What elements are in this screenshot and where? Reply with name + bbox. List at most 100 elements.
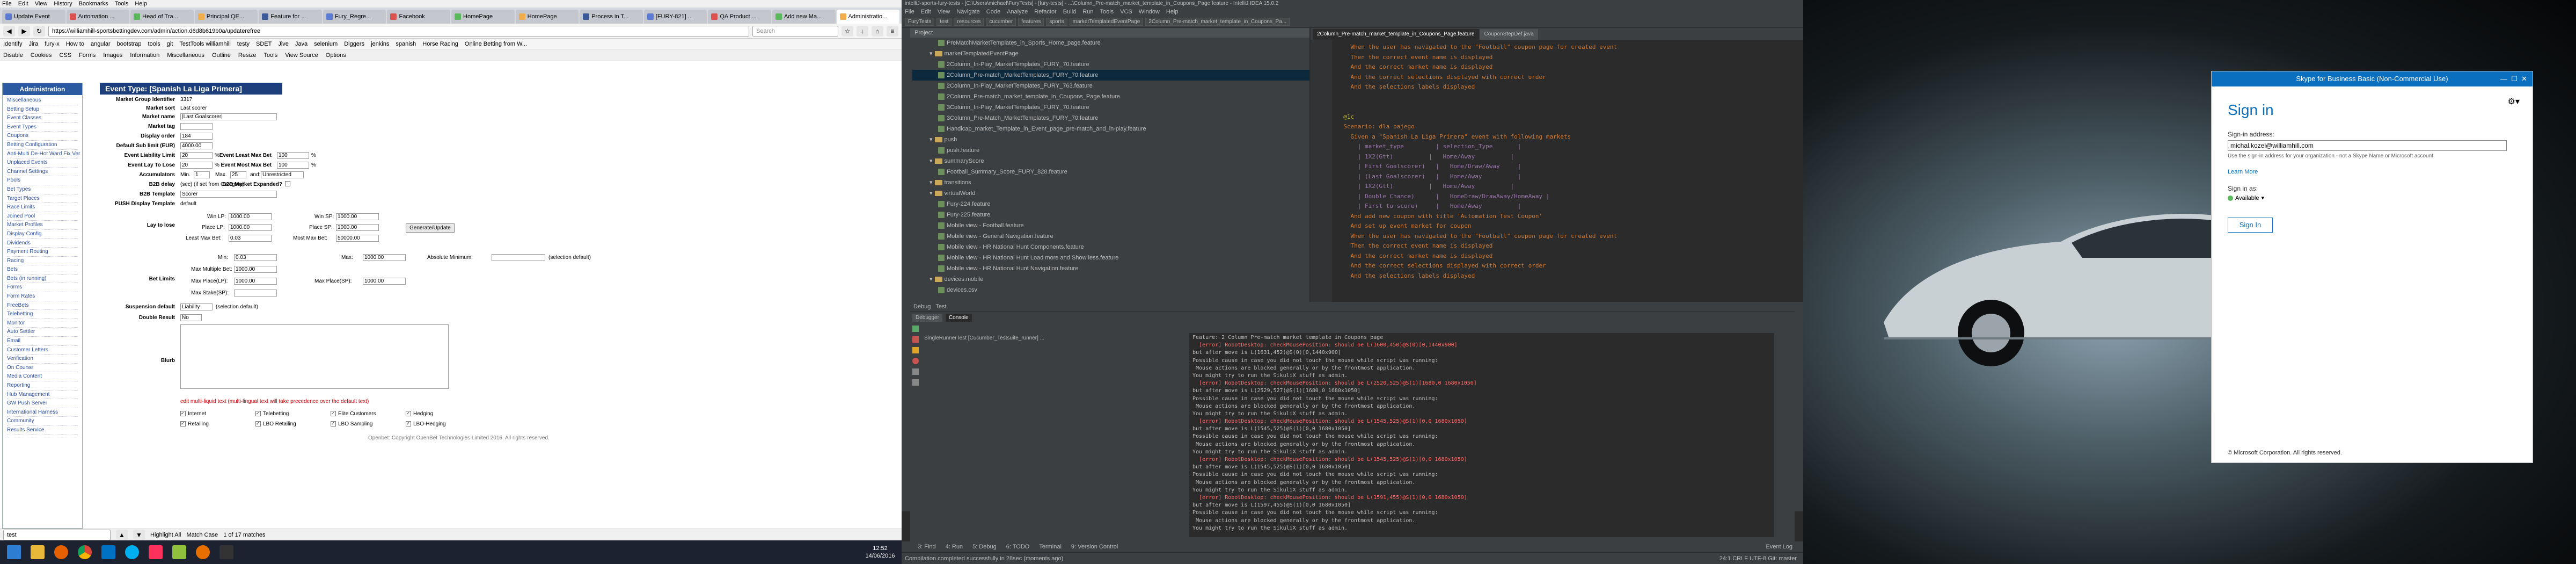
tool-window-tab[interactable]: 3: Find — [918, 544, 936, 550]
admin-menu-item[interactable]: Forms — [7, 283, 78, 293]
tool-window-tab[interactable]: 4: Run — [946, 544, 963, 550]
browser-tab[interactable]: Administratio... — [836, 10, 900, 24]
bookmark-item[interactable]: jenkins — [371, 41, 389, 47]
bookmark-item[interactable]: How to — [66, 41, 84, 47]
place-sp-input[interactable]: 1000.00 — [336, 224, 379, 231]
menu-item[interactable]: Tools — [115, 0, 129, 8]
forward-icon[interactable]: ▶ — [18, 25, 30, 37]
presence-select[interactable]: Available ▾ — [2228, 194, 2516, 201]
webdev-menu-item[interactable]: Disable — [3, 52, 23, 59]
webdev-menu-item[interactable]: Cookies — [31, 52, 52, 59]
admin-menu-item[interactable]: Hub Management — [7, 391, 78, 400]
ide-menu-item[interactable]: Refactor — [1034, 8, 1057, 16]
generate-update-button[interactable]: Generate/Update — [406, 223, 455, 233]
admin-menu-item[interactable]: Coupons — [7, 132, 78, 141]
checkbox-icon[interactable]: ✓ — [406, 421, 411, 427]
url-bar[interactable]: https://williamhill-sportsbettingdev.com… — [48, 25, 749, 37]
b2b-template-select[interactable]: Scorer — [180, 191, 277, 198]
place-lp-input[interactable]: 1000.00 — [229, 224, 272, 231]
admin-menu-item[interactable]: Form Rates — [7, 292, 78, 301]
project-tree-item[interactable]: ▾ marketTemplatedEventPage — [912, 48, 1309, 59]
menu-item[interactable]: File — [2, 0, 12, 8]
menu-item[interactable]: Help — [135, 0, 147, 8]
project-tree-item[interactable]: 2Column_In-Play_MarketTemplates_FURY_70.… — [912, 59, 1309, 70]
find-next-icon[interactable]: ▼ — [133, 529, 145, 540]
admin-menu-item[interactable]: Bet Types — [7, 185, 78, 194]
pause-icon[interactable] — [912, 347, 919, 353]
admin-menu-item[interactable]: Unplaced Events — [7, 158, 78, 168]
breadcrumb-item[interactable]: test — [936, 18, 952, 26]
win-lp-input[interactable]: 1000.00 — [229, 213, 272, 220]
admin-menu-item[interactable]: Dividends — [7, 239, 78, 248]
project-tree-item[interactable]: Mobile view - HR National Hunt Navigatio… — [912, 263, 1309, 274]
ide-menu-item[interactable]: Build — [1063, 8, 1076, 16]
breadcrumb-item[interactable]: resources — [954, 18, 984, 26]
mute-breakpoints-icon[interactable] — [912, 368, 919, 375]
expand-arrow-icon[interactable]: ▾ — [930, 156, 933, 167]
menu-item[interactable]: Bookmarks — [79, 0, 108, 8]
browser-tab[interactable]: Feature for ... — [259, 10, 322, 24]
checkbox-icon[interactable]: ✓ — [180, 411, 186, 417]
project-tree-item[interactable]: devices.csv — [912, 285, 1309, 295]
project-tree-item[interactable]: 3Column_Pre-Match_MarketTemplates_FURY_7… — [912, 113, 1309, 124]
admin-menu-item[interactable]: Auto Settler — [7, 328, 78, 337]
admin-menu-item[interactable]: FreeBets — [7, 301, 78, 310]
bookmark-item[interactable]: SDET — [256, 41, 272, 47]
b2b-expanded-checkbox[interactable] — [285, 181, 292, 187]
channel-checkbox[interactable]: ✓ LBO-Hedging — [406, 421, 481, 431]
project-tree-item[interactable]: ▾ summaryScore — [912, 156, 1309, 167]
bookmark-item[interactable]: tools — [148, 41, 160, 47]
max-multiple-bet-input[interactable]: 1000.00 — [234, 266, 277, 273]
bookmark-item[interactable]: TestTools williamhill — [179, 41, 230, 47]
breadcrumb-item[interactable]: sports — [1046, 18, 1067, 26]
event-most-max-bet-input[interactable]: 100 — [277, 162, 309, 169]
admin-menu-item[interactable]: Betting Configuration — [7, 141, 78, 150]
project-tree-item[interactable]: 2Column_Pre-match_market_template_in_Cou… — [912, 91, 1309, 102]
settings-gear-icon[interactable]: ⚙▾ — [2508, 96, 2520, 107]
webdev-menu-item[interactable]: CSS — [59, 52, 71, 59]
admin-menu-item[interactable]: Channel Settings — [7, 168, 78, 177]
ide-menu-item[interactable]: VCS — [1120, 8, 1132, 16]
outlook-icon[interactable] — [98, 543, 119, 562]
max-place-lp-input[interactable]: 1000.00 — [234, 278, 277, 285]
webdev-menu-item[interactable]: Tools — [264, 52, 278, 59]
admin-menu-item[interactable]: Monitor — [7, 319, 78, 328]
highlight-all-toggle[interactable]: Highlight All — [150, 532, 181, 538]
back-icon[interactable]: ◀ — [3, 25, 15, 37]
webdev-menu-item[interactable]: Options — [326, 52, 346, 59]
tool-window-tab[interactable]: 6: TODO — [1006, 544, 1030, 550]
project-tree-item[interactable]: Mobile view - General Navigation.feature — [912, 231, 1309, 242]
acc-min-input[interactable]: 1 — [194, 171, 210, 178]
ide-menu-item[interactable]: Window — [1139, 8, 1160, 16]
resume-icon[interactable] — [912, 326, 919, 332]
bookmark-item[interactable]: angular — [91, 41, 111, 47]
find-input[interactable]: test — [3, 529, 111, 540]
browser-tab[interactable]: Process in T... — [580, 10, 643, 24]
bookmark-item[interactable]: fury-x — [45, 41, 60, 47]
project-tree-item[interactable]: Mobile view - HR National Hunt Load more… — [912, 252, 1309, 263]
search-input[interactable]: Search — [752, 25, 838, 37]
project-tree-item[interactable]: Handicap_market_Template_in_Event_page_p… — [912, 124, 1309, 134]
project-tree-item[interactable]: 2Column_In-Play_MarketTemplates_FURY_763… — [912, 81, 1309, 91]
bookmark-item[interactable]: Identify — [3, 41, 22, 47]
ide-menu-item[interactable]: File — [905, 8, 914, 16]
project-tree-item[interactable]: ▾ virtualWorld — [912, 188, 1309, 199]
admin-menu-item[interactable]: Market Profiles — [7, 221, 78, 230]
admin-menu-item[interactable]: Community — [7, 417, 78, 426]
channel-checkbox[interactable]: ✓ LBO Retailing — [255, 421, 331, 431]
admin-menu-item[interactable]: Bets — [7, 265, 78, 274]
admin-menu-item[interactable]: Anti-Multi De-Hot Ward Fix Ver — [7, 150, 80, 159]
browser-tab[interactable]: Update Event — [2, 10, 65, 24]
home-icon[interactable]: ⌂ — [872, 25, 883, 37]
win-sp-input[interactable]: 1000.00 — [336, 213, 379, 220]
double-result-select[interactable]: No — [180, 314, 202, 321]
downloads-icon[interactable]: ↓ — [857, 25, 868, 37]
intellij-icon[interactable] — [145, 543, 166, 562]
browser-tab[interactable]: Principal QE... — [194, 10, 258, 24]
bookmark-item[interactable]: Java — [295, 41, 308, 47]
market-tag-input[interactable] — [180, 123, 213, 130]
breadcrumb-item[interactable]: marketTemplatedEventPage — [1069, 18, 1144, 26]
admin-menu-item[interactable]: Event Types — [7, 123, 78, 132]
bookmark-item[interactable]: Diggers — [344, 41, 364, 47]
admin-menu-item[interactable]: Race Limits — [7, 203, 78, 212]
